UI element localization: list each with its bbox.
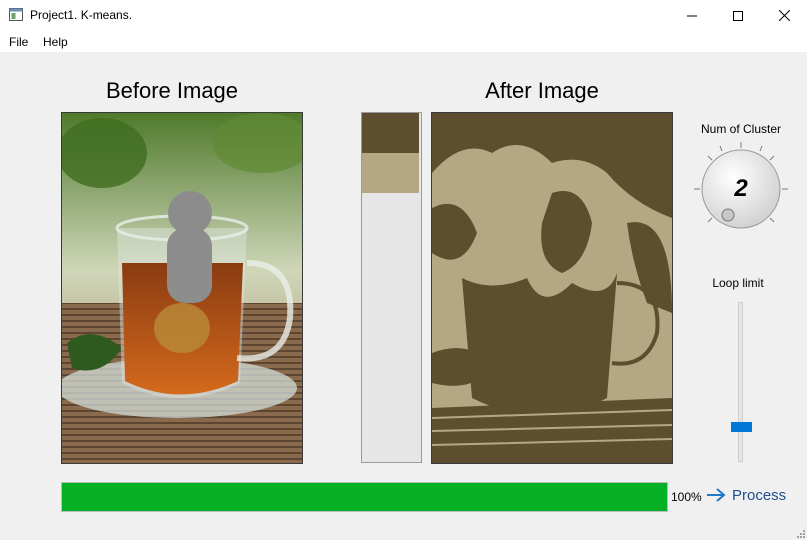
close-button[interactable] [761, 0, 807, 31]
after-image [431, 112, 673, 464]
window-title: Project1. K-means. [30, 8, 133, 22]
progress-bar [61, 482, 668, 512]
progress-text: 100% [671, 490, 702, 504]
loop-limit-slider[interactable] [738, 302, 743, 462]
before-image-title: Before Image [105, 78, 239, 103]
progress-fill [62, 483, 667, 511]
loop-limit-label: Loop limit [712, 276, 764, 290]
close-icon [778, 10, 790, 21]
minimize-button[interactable] [669, 0, 715, 31]
cluster-swatch-light [362, 153, 419, 193]
loop-limit-handle[interactable] [731, 422, 752, 432]
maximize-icon [733, 10, 743, 21]
after-image-title: After Image [485, 78, 599, 103]
maximize-button[interactable] [715, 0, 761, 31]
process-button[interactable]: Process [706, 484, 798, 506]
title-bar: Project1. K-means. [0, 0, 807, 32]
arrow-right-icon [707, 488, 726, 502]
app-icon [9, 8, 23, 21]
cluster-swatch-dark [362, 113, 419, 153]
minimize-icon [687, 15, 697, 16]
tea-infuser-photo [62, 113, 302, 463]
before-image [61, 112, 303, 464]
num-cluster-dial[interactable]: 2 [692, 140, 790, 238]
num-cluster-label: Num of Cluster [700, 122, 782, 136]
num-cluster-value: 2 [734, 175, 748, 202]
cluster-palette [361, 112, 422, 463]
resize-grip-icon[interactable] [795, 528, 805, 538]
process-label: Process [732, 486, 787, 504]
menu-help[interactable]: Help [43, 35, 68, 49]
clustered-photo [432, 113, 672, 463]
menu-file[interactable]: File [9, 35, 28, 49]
menu-bar: File Help [0, 31, 807, 52]
